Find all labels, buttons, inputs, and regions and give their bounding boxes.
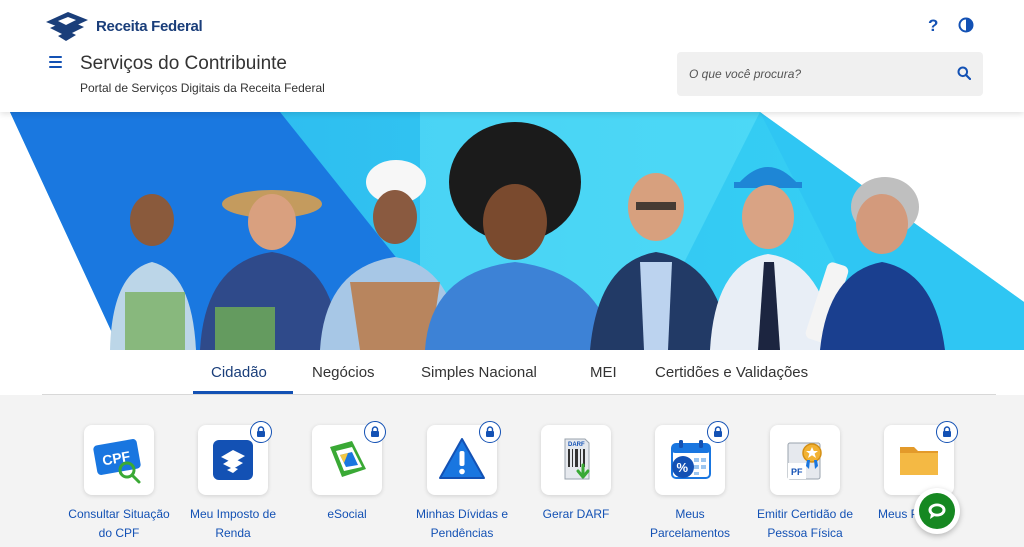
hero-banner-illustration (10, 112, 1024, 350)
lock-icon (479, 421, 501, 443)
esocial-icon (330, 441, 366, 477)
service-label[interactable]: Minhas Dívidas e Pendências (407, 505, 517, 543)
service-tile[interactable]: DARF (541, 425, 611, 495)
menu-icon[interactable] (49, 56, 62, 68)
help-icon[interactable]: ? (928, 16, 938, 36)
service-tile[interactable]: CPF (84, 425, 154, 495)
hero-banner (0, 112, 1024, 350)
svg-text:PF: PF (791, 467, 803, 477)
search-icon[interactable] (957, 66, 971, 80)
page-title: Serviços do Contribuinte (80, 53, 287, 74)
page-subtitle: Portal de Serviços Digitais da Receita F… (80, 81, 325, 95)
calendar-percent-icon: % (671, 440, 711, 479)
lock-icon (250, 421, 272, 443)
income-tax-icon (213, 440, 253, 480)
tab-certidoes-validacoes[interactable]: Certidões e Validações (655, 364, 808, 381)
certificate-pf-icon: PF (787, 442, 822, 480)
receita-federal-logo-icon (46, 12, 88, 41)
service-label[interactable]: Meu Imposto de Renda (178, 505, 288, 543)
service-label[interactable]: Gerar DARF (521, 505, 631, 524)
tab-mei[interactable]: MEI (590, 364, 617, 381)
cpf-card-icon: CPF (93, 439, 141, 484)
search-box (677, 52, 983, 96)
darf-document-icon: DARF (564, 438, 590, 480)
service-label[interactable]: Meus Parcelamentos (635, 505, 745, 543)
service-label[interactable]: Consultar Situação do CPF (64, 505, 174, 543)
svg-text:%: % (677, 460, 689, 475)
tab-simples-nacional[interactable]: Simples Nacional (421, 364, 537, 381)
receita-federal-logo[interactable]: Receita Federal (44, 10, 203, 42)
logo-text: Receita Federal (96, 17, 203, 35)
active-tab-indicator (193, 391, 293, 394)
tab-cidadao[interactable]: Cidadão (211, 364, 267, 381)
service-label[interactable]: Emitir Certidão de Pessoa Física (750, 505, 860, 543)
contrast-icon[interactable] (958, 17, 974, 33)
chat-icon (919, 493, 955, 529)
services-grid: CPF Consultar Situação do CPF Meu Imposto… (0, 395, 1024, 547)
svg-text:DARF: DARF (568, 442, 585, 448)
lock-icon (364, 421, 386, 443)
tab-negocios[interactable]: Negócios (312, 364, 375, 381)
service-tile[interactable]: PF (770, 425, 840, 495)
search-input[interactable] (689, 64, 939, 84)
service-label[interactable]: eSocial (292, 505, 402, 524)
site-header: Receita Federal ? Serviços do Contribuin… (0, 0, 1024, 112)
lock-icon (936, 421, 958, 443)
warning-triangle-icon (439, 438, 485, 479)
lock-icon (707, 421, 729, 443)
folder-icon (900, 447, 938, 475)
chat-button[interactable] (914, 488, 960, 534)
